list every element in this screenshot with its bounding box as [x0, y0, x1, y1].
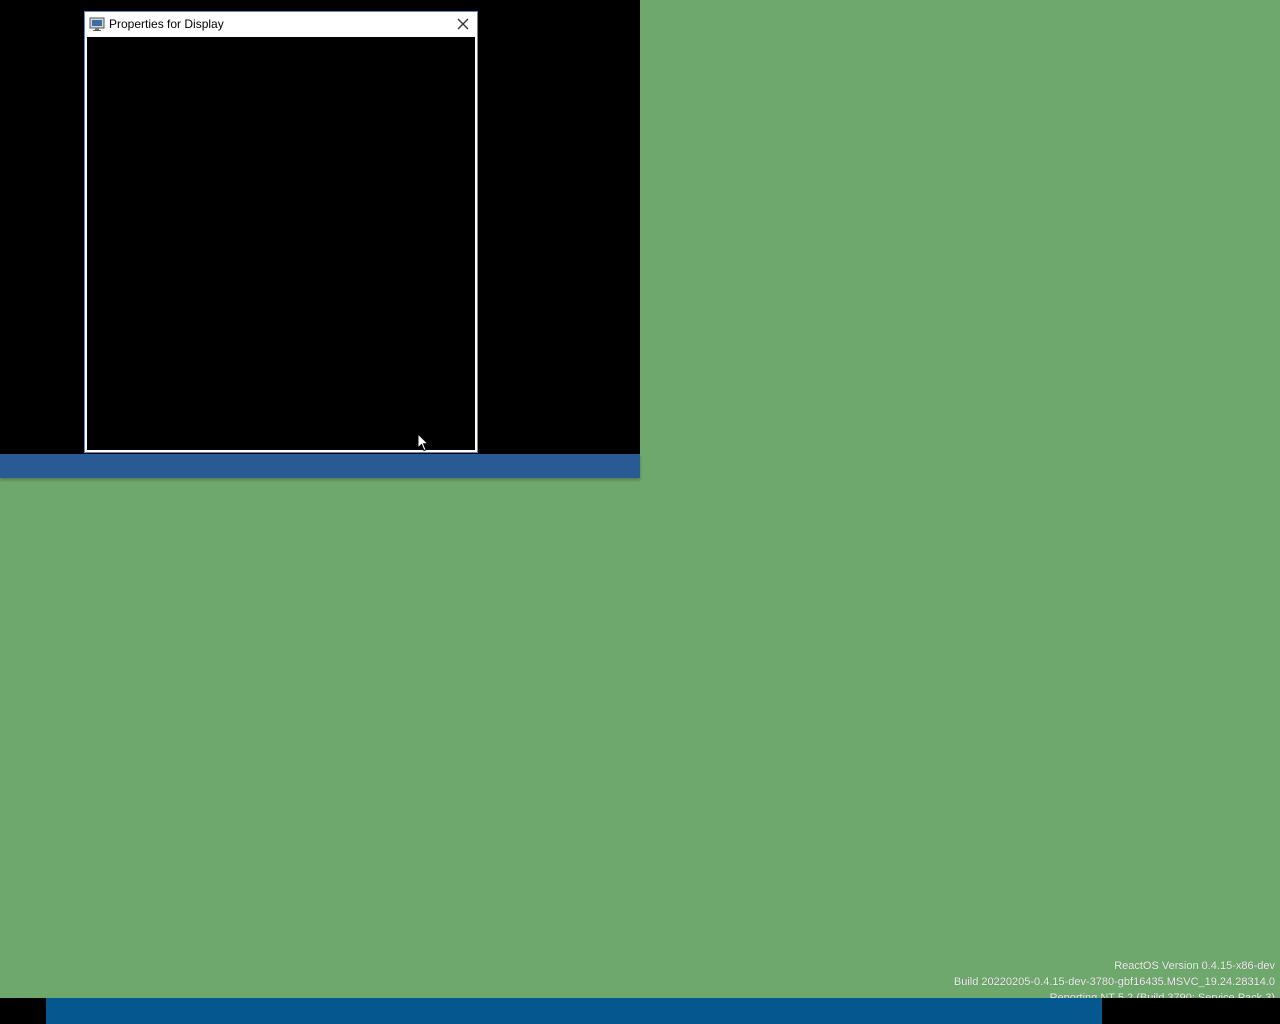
watermark-build: Build 20220205-0.4.15-dev-3780-gbf16435.…	[953, 976, 1275, 988]
taskbar[interactable]	[46, 998, 1102, 1024]
close-button[interactable]	[453, 14, 473, 34]
taskbar-artifact-right	[1102, 998, 1280, 1024]
dialog-titlebar[interactable]: Properties for Display	[85, 12, 477, 36]
dialog-title: Properties for Display	[109, 17, 224, 31]
display-properties-icon	[89, 16, 105, 32]
watermark-version: ReactOS Version 0.4.15-x86-dev	[1114, 960, 1275, 972]
close-icon	[457, 18, 469, 30]
stray-taskbar-artifact	[0, 454, 640, 478]
properties-dialog[interactable]: Properties for Display	[84, 11, 478, 453]
taskbar-artifact-left	[0, 998, 46, 1024]
dialog-client-area	[87, 37, 475, 450]
arrow-cursor-icon	[417, 432, 430, 453]
